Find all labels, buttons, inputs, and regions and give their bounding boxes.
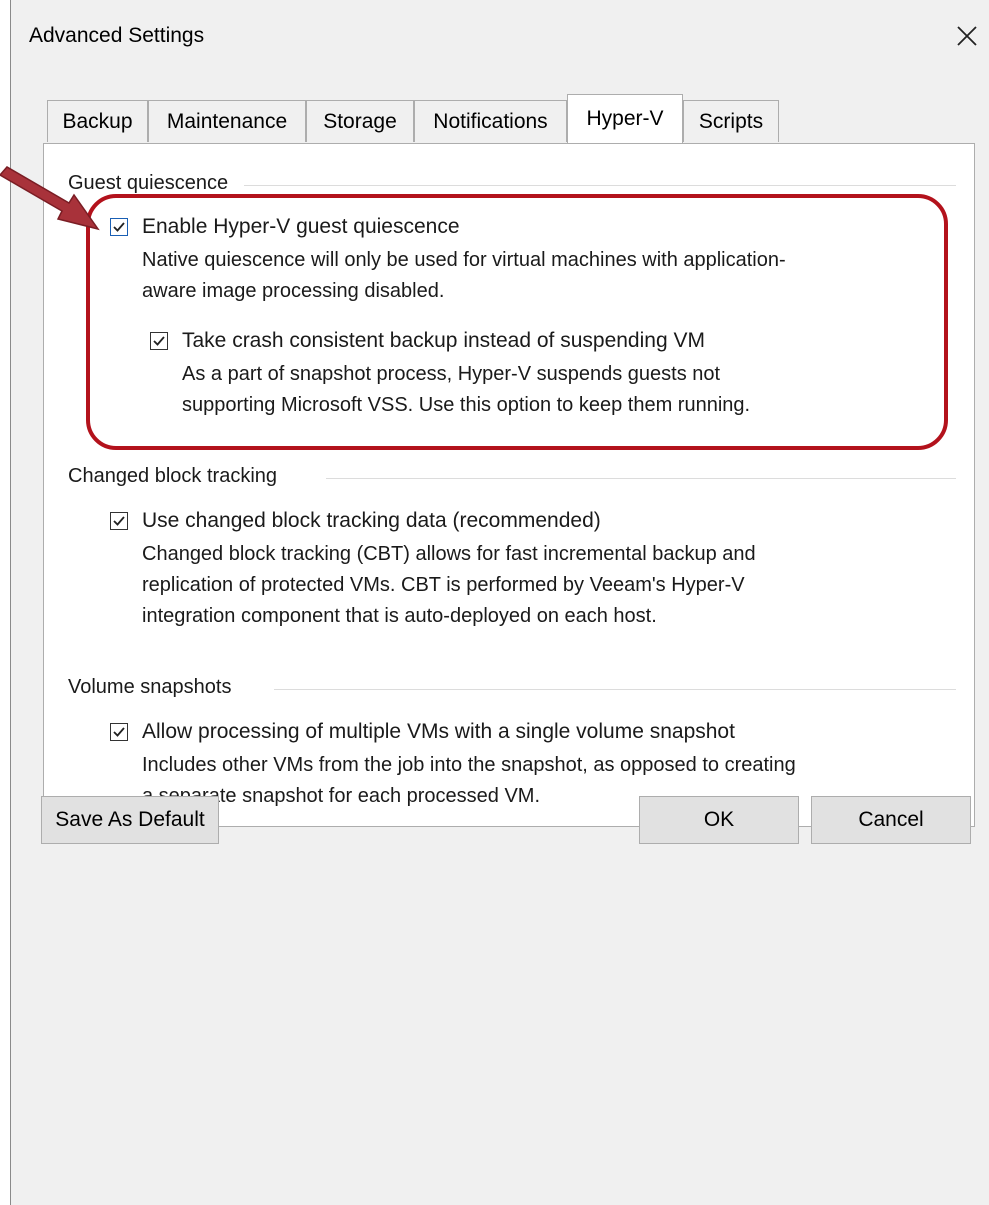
- description-line: integration component that is auto-deplo…: [142, 605, 657, 627]
- advanced-settings-dialog: Advanced Settings Backup Maintenance Sto…: [10, 0, 989, 1205]
- description-line: Native quiescence will only be used for …: [142, 249, 786, 271]
- close-icon: [957, 26, 977, 46]
- checkmark-icon: [113, 222, 125, 232]
- ok-button[interactable]: OK: [639, 796, 799, 844]
- use-cbt-checkbox[interactable]: [110, 512, 128, 530]
- enable-quiescence-checkbox[interactable]: [110, 218, 128, 236]
- dialog-title: Advanced Settings: [29, 24, 205, 47]
- tab-hyper-v[interactable]: Hyper-V: [567, 94, 683, 143]
- crash-consistent-label: Take crash consistent backup instead of …: [182, 329, 705, 352]
- crash-consistent-checkbox[interactable]: [150, 332, 168, 350]
- use-cbt-option[interactable]: Use changed block tracking data (recomme…: [110, 509, 601, 533]
- description-line: As a part of snapshot process, Hyper-V s…: [182, 363, 721, 385]
- allow-multiple-vms-label: Allow processing of multiple VMs with a …: [142, 720, 735, 743]
- tab-storage[interactable]: Storage: [306, 100, 414, 142]
- cbt-description: Changed block tracking (CBT) allows for …: [142, 539, 756, 632]
- enable-quiescence-label: Enable Hyper-V guest quiescence: [142, 215, 460, 238]
- checkmark-icon: [113, 727, 125, 737]
- checkmark-icon: [153, 336, 165, 346]
- cbt-title: Changed block tracking: [68, 465, 284, 488]
- tab-maintenance[interactable]: Maintenance: [148, 100, 306, 142]
- close-button[interactable]: [945, 14, 989, 58]
- description-line: Changed block tracking (CBT) allows for …: [142, 543, 756, 565]
- enable-quiescence-option[interactable]: Enable Hyper-V guest quiescence: [110, 215, 460, 239]
- description-line: Includes other VMs from the job into the…: [142, 754, 796, 776]
- description-line: aware image processing disabled.: [142, 280, 445, 302]
- enable-quiescence-description: Native quiescence will only be used for …: [142, 245, 786, 307]
- description-line: supporting Microsoft VSS. Use this optio…: [182, 394, 751, 416]
- tab-backup[interactable]: Backup: [47, 100, 148, 142]
- checkmark-icon: [113, 516, 125, 526]
- group-divider: [326, 478, 956, 479]
- hyper-v-panel: Guest quiescence Enable Hyper-V guest qu…: [43, 143, 975, 827]
- cancel-button[interactable]: Cancel: [811, 796, 971, 844]
- use-cbt-label: Use changed block tracking data (recomme…: [142, 509, 601, 532]
- allow-multiple-vms-checkbox[interactable]: [110, 723, 128, 741]
- description-line: replication of protected VMs. CBT is per…: [142, 574, 745, 596]
- annotation-arrow-icon: [0, 166, 100, 231]
- tab-notifications[interactable]: Notifications: [414, 100, 567, 142]
- save-as-default-button[interactable]: Save As Default: [41, 796, 219, 844]
- group-divider: [244, 185, 956, 186]
- volume-snapshots-title: Volume snapshots: [68, 676, 238, 699]
- group-divider: [274, 689, 956, 690]
- tab-scripts[interactable]: Scripts: [683, 100, 779, 142]
- allow-multiple-vms-option[interactable]: Allow processing of multiple VMs with a …: [110, 720, 735, 744]
- crash-consistent-option[interactable]: Take crash consistent backup instead of …: [150, 329, 705, 353]
- crash-consistent-description: As a part of snapshot process, Hyper-V s…: [182, 359, 750, 421]
